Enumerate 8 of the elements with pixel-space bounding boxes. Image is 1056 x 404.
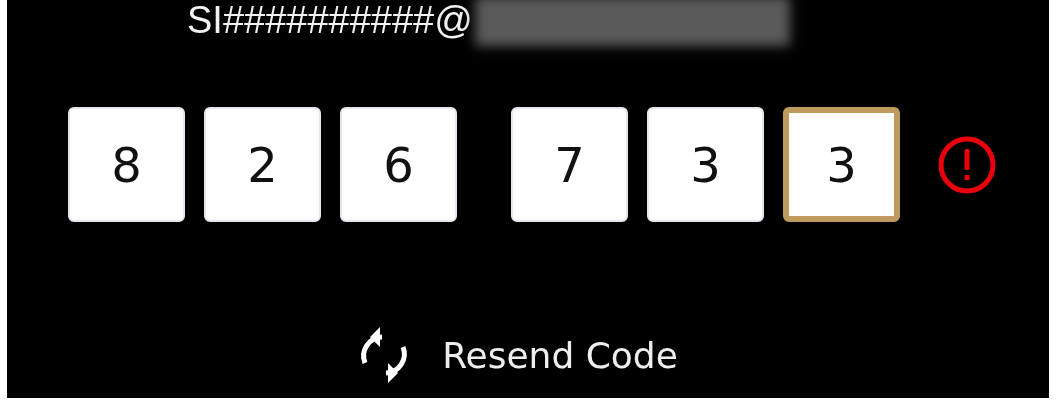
digit-field[interactable]: 8 <box>68 107 185 222</box>
resend-code-link[interactable]: Resend Code <box>442 334 678 376</box>
digit-field[interactable]: 3 <box>647 107 764 222</box>
digit-field[interactable]: 3 <box>783 107 900 222</box>
digit-field[interactable]: 6 <box>340 107 457 222</box>
digit-field[interactable]: 7 <box>511 107 628 222</box>
email-address: SI##########@ <box>187 1 473 39</box>
digit-field[interactable]: 2 <box>204 107 321 222</box>
